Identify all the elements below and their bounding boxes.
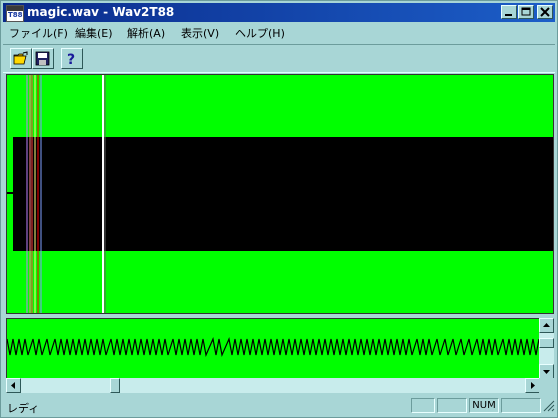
scroll-down-button[interactable] xyxy=(539,364,554,379)
toolbar: ? xyxy=(3,44,555,73)
save-button[interactable] xyxy=(32,48,54,69)
open-folder-icon xyxy=(13,51,28,65)
scroll-corner xyxy=(539,378,554,393)
save-disk-icon xyxy=(35,51,50,66)
help-icon: ? xyxy=(67,52,75,66)
menu-help[interactable]: ヘルプ(H) xyxy=(235,25,285,41)
status-num-indicator: NUM xyxy=(469,398,499,413)
waveform-overview[interactable] xyxy=(6,74,554,314)
detail-vertical-scrollbar[interactable] xyxy=(539,318,554,380)
status-bar: レディ NUM xyxy=(3,397,555,415)
arrow-left-icon xyxy=(11,382,15,389)
status-panel-1 xyxy=(411,398,435,413)
close-icon xyxy=(540,7,550,17)
vertical-scroll-thumb[interactable] xyxy=(539,338,554,348)
status-panel-4 xyxy=(501,398,541,413)
minimize-button[interactable] xyxy=(501,5,517,19)
menu-view[interactable]: 表示(V) xyxy=(181,25,219,41)
help-button[interactable]: ? xyxy=(61,48,83,69)
scroll-left-button[interactable] xyxy=(6,378,21,393)
waveform-overview-graphic xyxy=(7,75,553,313)
arrow-up-icon xyxy=(543,323,550,327)
svg-text:?: ? xyxy=(67,52,75,66)
menu-bar: ファイル(F) 編集(E) 解析(A) 表示(V) ヘルプ(H) xyxy=(3,23,555,41)
resize-grip-icon[interactable] xyxy=(543,400,555,412)
waveform-detail[interactable] xyxy=(6,318,540,380)
menu-edit[interactable]: 編集(E) xyxy=(75,25,113,41)
close-button[interactable] xyxy=(537,5,553,19)
window-title: magic.wav - Wav2T88 xyxy=(27,5,175,19)
app-icon-label: T88 xyxy=(8,11,23,19)
arrow-right-icon xyxy=(531,382,535,389)
scroll-right-button[interactable] xyxy=(525,378,540,393)
maximize-icon xyxy=(521,7,531,16)
status-panel-2 xyxy=(437,398,467,413)
open-button[interactable] xyxy=(10,48,32,69)
app-window: T88 magic.wav - Wav2T88 ファイル(F) 編集(E) 解析… xyxy=(0,0,558,418)
app-icon[interactable]: T88 xyxy=(6,5,24,22)
menu-file[interactable]: ファイル(F) xyxy=(9,25,68,41)
scroll-up-button[interactable] xyxy=(539,318,554,333)
minimize-icon xyxy=(505,14,512,16)
menu-analyze[interactable]: 解析(A) xyxy=(127,25,165,41)
status-text: レディ xyxy=(7,402,40,415)
waveform-detail-graphic xyxy=(7,319,539,379)
detail-horizontal-scrollbar[interactable] xyxy=(6,378,540,393)
maximize-button[interactable] xyxy=(518,5,534,19)
title-bar[interactable]: T88 magic.wav - Wav2T88 xyxy=(3,3,555,22)
horizontal-scroll-thumb[interactable] xyxy=(110,378,120,393)
arrow-down-icon xyxy=(543,370,550,374)
